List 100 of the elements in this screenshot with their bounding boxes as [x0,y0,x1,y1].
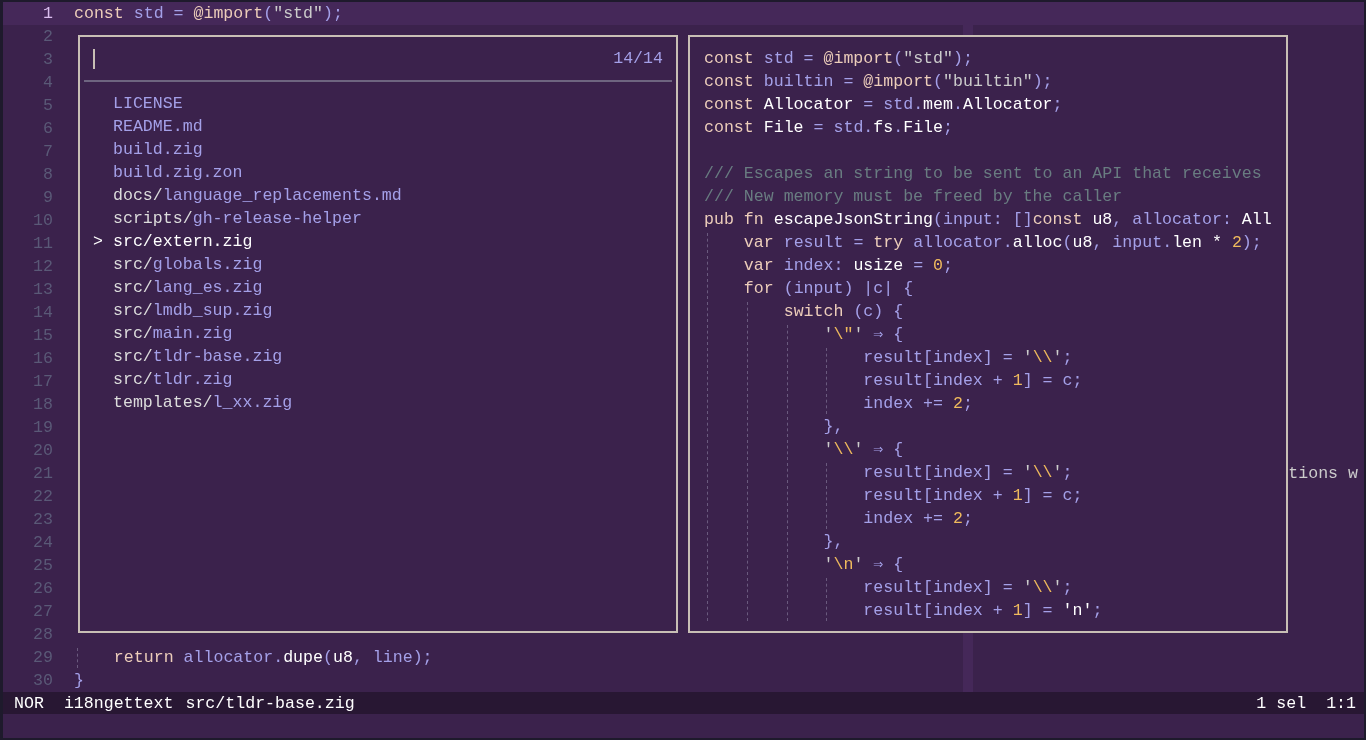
indent-guide [707,578,708,598]
indent-guide [707,348,708,368]
indent-guide [786,440,788,460]
indent-guide [746,394,748,414]
file-item[interactable]: src/tldr.zig [113,368,233,391]
code-line: /// Escapes an string to be sent to an API that receives [704,163,1262,185]
file-item[interactable]: docs/language_replacements.md [113,184,402,207]
cursor-position: 1:1 [1326,693,1356,713]
code-line: '\\' ⇒ { [823,439,904,461]
code-line: result[index] = '\\'; [863,577,1073,599]
indent-guide [707,417,708,437]
indent-guide [786,532,788,552]
indent-guide [826,509,828,529]
indent-guide [746,578,748,598]
indent-guide [707,233,708,253]
indent-guide [707,371,708,391]
indent-guide [786,371,788,391]
indent-guide [707,302,708,322]
indent-guide [826,348,828,368]
file-item[interactable]: templates/l_xx.zig [113,391,293,414]
indent-guide [707,532,708,552]
code-line: result[index] = '\\'; [863,347,1073,369]
code-line: result[index] = '\\'; [863,462,1073,484]
code-line: const builtin = @import("builtin"); [704,71,1053,93]
indent-guide [746,601,748,621]
indent-guide [707,279,708,299]
indent-guide [707,509,708,529]
code-line: index += 2; [863,393,973,415]
indent-guide [786,348,788,368]
line-number: 1 [42,3,53,25]
indent-guide [77,648,78,668]
indent-guide [746,486,748,506]
indent-guide [786,601,788,621]
indent-guide [786,463,788,483]
indent-guide [746,463,748,483]
indent-guide [786,394,788,414]
file-item[interactable]: src/lmdb_sup.zig [113,299,273,322]
indent-guide [746,348,748,368]
indent-guide [746,302,748,322]
file-item[interactable]: LICENSE [113,92,183,115]
code-line: }, [823,531,844,553]
code-line: '\"' ⇒ { [823,324,904,346]
indent-guide [746,532,748,552]
code-line: const File = std.fs.File; [704,117,953,139]
code-line: const std = @import("std"); [704,48,973,70]
code-line: switch (c) { [783,301,904,323]
file-item[interactable]: src/extern.zig [113,230,253,253]
file-item[interactable]: src/tldr-base.zig [113,345,283,368]
match-count: 14/14 [613,48,663,70]
indent-guide [826,394,828,414]
code-line: }, [823,416,844,438]
indent-guide [707,555,708,575]
code-line: } [74,670,84,692]
code-line: '\n' ⇒ { [823,554,904,576]
selection-marker: > [93,231,104,253]
project-name: i18ngettext [63,693,174,713]
indent-guide [707,601,708,621]
indent-guide [826,486,828,506]
mode-indicator: NOR [14,693,44,713]
indent-guide [707,440,708,460]
code-line: var index: usize = 0; [743,255,953,277]
code-line: for (input) |c| { [743,278,914,300]
file-item[interactable]: src/main.zig [113,322,233,345]
code-line: return allocator.dupe(u8, line); [113,647,433,669]
code-line: result[index + 1] = c; [863,485,1083,507]
code-line: result[index + 1] = 'n'; [863,600,1103,622]
code-line: const std = @import("std"); [74,3,343,25]
indent-guide [746,371,748,391]
file-item[interactable]: src/globals.zig [113,253,263,276]
indent-guide [707,463,708,483]
indent-guide [746,440,748,460]
code-line: result[index + 1] = c; [863,370,1083,392]
file-item[interactable]: README.md [113,115,203,138]
file-item[interactable]: build.zig.zon [113,161,243,184]
indent-guide [786,555,788,575]
indent-guide [746,555,748,575]
code-line: tions w [1288,463,1358,485]
indent-guide [826,371,828,391]
indent-guide [707,486,708,506]
file-path: src/tldr-base.zig [185,693,355,713]
indent-guide [826,463,828,483]
code-line: var result = try allocator.alloc(u8, input.len * 2); [743,232,1262,254]
indent-guide [786,578,788,598]
file-item[interactable]: src/lang_es.zig [113,276,263,299]
indent-guide [707,394,708,414]
code-line: /// New memory must be freed by the caller [704,186,1123,208]
indent-guide [746,325,748,345]
indent-guide [746,417,748,437]
file-item[interactable]: scripts/gh-release-helper [113,207,362,230]
code-line: pub fn escapeJsonString(input: []const u8, allocator: All [704,209,1272,231]
selection-count: 1 sel [1256,693,1307,713]
code-line: index += 2; [863,508,973,530]
code-line: const Allocator = std.mem.Allocator; [704,94,1063,116]
file-item[interactable]: build.zig [113,138,203,161]
indent-guide [786,417,788,437]
indent-guide [786,325,788,345]
indent-guide [786,486,788,506]
indent-guide [746,509,748,529]
indent-guide [826,601,828,621]
indent-guide [826,578,828,598]
